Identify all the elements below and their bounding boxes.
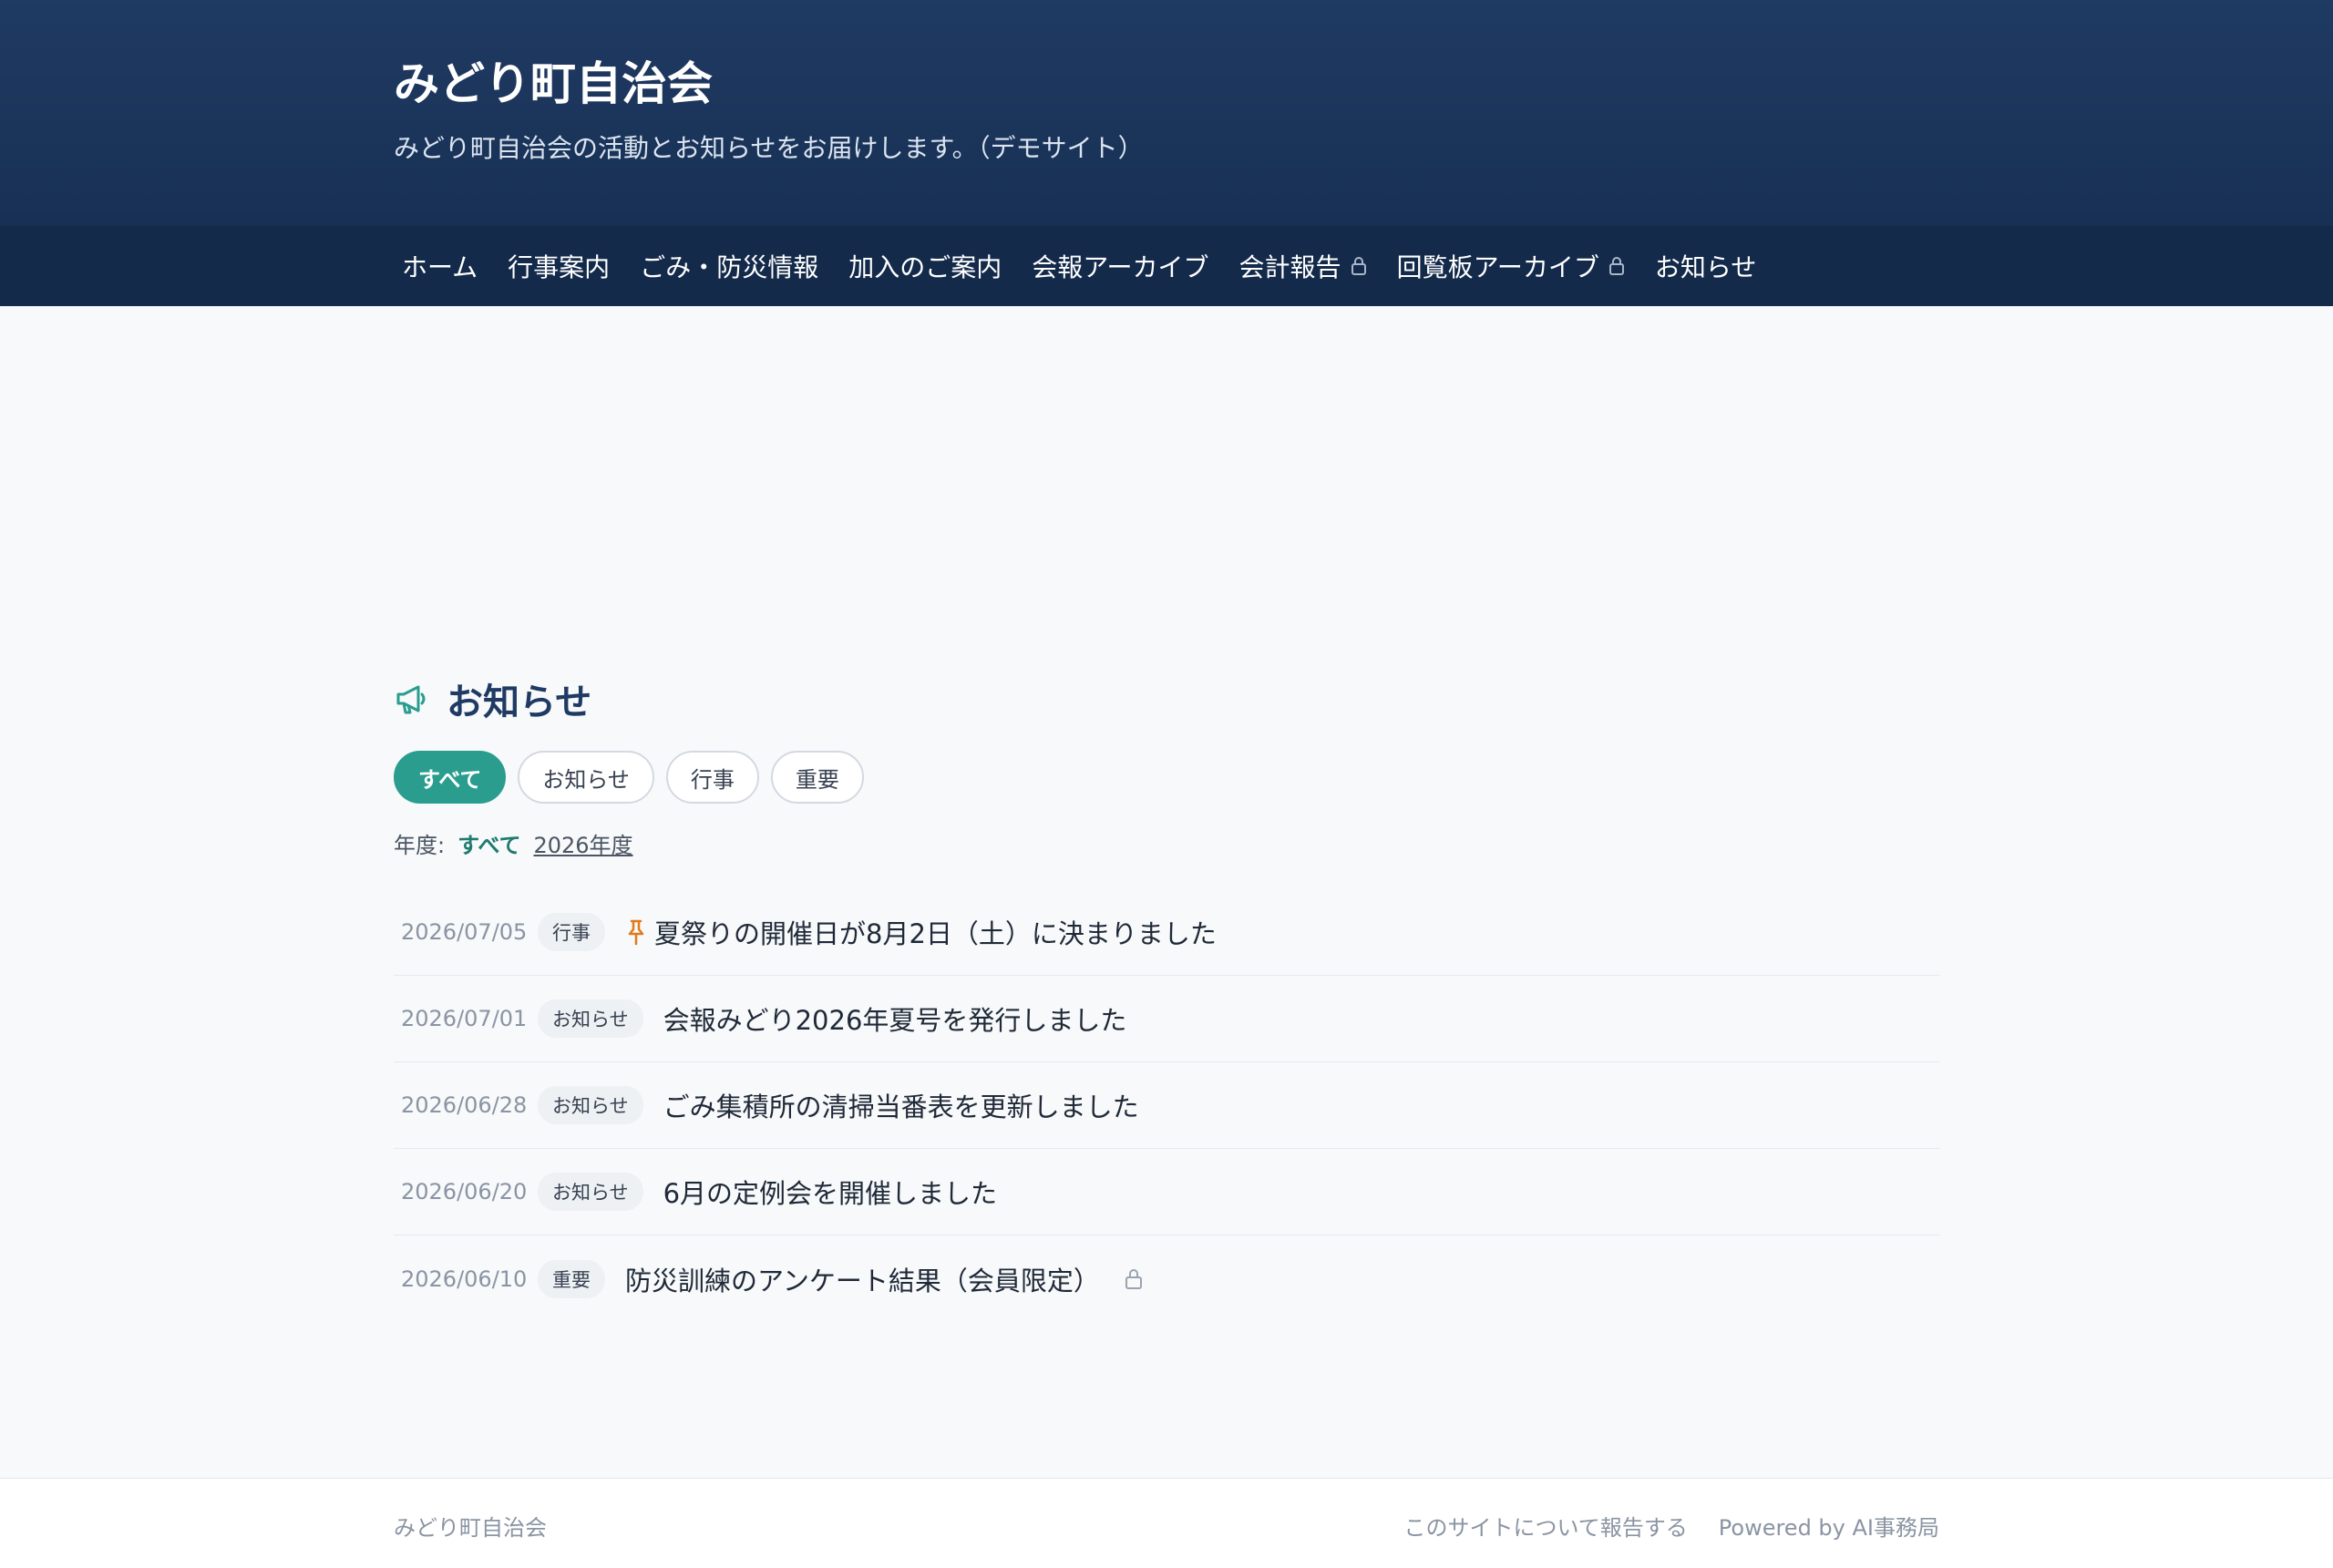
news-tag: お知らせ xyxy=(538,999,643,1038)
news-title-link[interactable]: 夏祭りの開催日が8月2日（土）に決まりました xyxy=(625,913,1217,951)
news-row[interactable]: 2026/06/20 お知らせ 6月の定例会を開催しました xyxy=(394,1149,1939,1235)
nav-item-label: お知らせ xyxy=(1654,252,1757,282)
news-tag: 行事 xyxy=(538,913,605,951)
year-filter-label: 年度: xyxy=(394,833,446,858)
news-title-text: 6月の定例会を開催しました xyxy=(663,1178,998,1209)
footer-site-name: みどり町自治会 xyxy=(394,1515,547,1541)
news-title-link[interactable]: 会報みどり2026年夏号を発行しました xyxy=(663,999,1127,1038)
page-heading: お知らせ xyxy=(394,672,591,725)
news-tag: お知らせ xyxy=(538,1173,643,1211)
news-row[interactable]: 2026/06/28 お知らせ ごみ集積所の清掃当番表を更新しました xyxy=(394,1062,1939,1149)
main-nav: ホーム 行事案内 ごみ・防災情報 加入のご案内 会報アーカイブ 会計報告 回覧板… xyxy=(0,226,2333,306)
page-title: お知らせ xyxy=(447,682,592,723)
site-footer: みどり町自治会 このサイトについて報告する Powered by AI事務局 xyxy=(0,1478,2333,1568)
year-filter: 年度: すべて 2026年度 xyxy=(394,827,633,859)
news-row[interactable]: 2026/07/05 行事 夏祭りの開催日が8月2日（土）に決まりました xyxy=(394,889,1939,976)
news-tag: お知らせ xyxy=(538,1086,643,1124)
nav-item-garbage-disaster[interactable]: ごみ・防災情報 xyxy=(632,248,840,284)
report-site-link[interactable]: このサイトについて報告する xyxy=(1403,1510,1687,1542)
news-title-text: 防災訓練のアンケート結果（会員限定） xyxy=(625,1265,1100,1296)
nav-item-membership[interactable]: 加入のご案内 xyxy=(840,248,1023,284)
news-date: 2026/06/20 xyxy=(401,1179,528,1204)
lock-icon xyxy=(1608,257,1624,275)
nav-item-label: 会計報告 xyxy=(1238,252,1341,282)
year-all-link[interactable]: すべて xyxy=(457,827,520,859)
nav-item-news[interactable]: お知らせ xyxy=(1647,248,1778,284)
site-title[interactable]: みどり町自治会 xyxy=(394,56,713,111)
news-title-text: 夏祭りの開催日が8月2日（土）に決まりました xyxy=(654,918,1217,949)
news-title-text: ごみ集積所の清掃当番表を更新しました xyxy=(663,1091,1139,1122)
news-date: 2026/07/01 xyxy=(401,1006,528,1031)
nav-item-label: 回覧板アーカイブ xyxy=(1396,252,1599,282)
news-title-link[interactable]: ごみ集積所の清掃当番表を更新しました xyxy=(663,1086,1139,1124)
site-description: みどり町自治会の活動とお知らせをお届けします。（デモサイト） xyxy=(394,133,1144,163)
filter-news-button[interactable]: お知らせ xyxy=(518,751,654,804)
powered-by-link[interactable]: Powered by AI事務局 xyxy=(1719,1510,1939,1542)
nav-item-label: ごみ・防災情報 xyxy=(640,252,819,282)
news-tag: 重要 xyxy=(538,1259,605,1298)
news-date: 2026/06/28 xyxy=(401,1092,528,1118)
filter-important-button[interactable]: 重要 xyxy=(770,751,864,804)
nav-item-label: 加入のご案内 xyxy=(848,252,1002,282)
news-title-text: 会報みどり2026年夏号を発行しました xyxy=(663,1005,1127,1036)
news-title-link[interactable]: 防災訓練のアンケート結果（会員限定） xyxy=(625,1260,1144,1298)
news-date: 2026/06/10 xyxy=(401,1266,528,1292)
filter-all-button[interactable]: すべて xyxy=(394,751,507,804)
category-filters: すべて お知らせ 行事 重要 xyxy=(394,751,864,804)
nav-item-home[interactable]: ホーム xyxy=(394,248,499,284)
megaphone-icon xyxy=(396,685,426,714)
nav-item-events[interactable]: 行事案内 xyxy=(499,248,632,284)
nav-item-label: 会報アーカイブ xyxy=(1032,252,1209,282)
news-list: 2026/07/05 行事 夏祭りの開催日が8月2日（土）に決まりました 202… xyxy=(394,889,1939,1322)
nav-item-accounting[interactable]: 会計報告 xyxy=(1231,248,1389,284)
nav-item-newsletter-archive[interactable]: 会報アーカイブ xyxy=(1023,248,1230,284)
nav-item-circular-archive[interactable]: 回覧板アーカイブ xyxy=(1389,248,1647,284)
news-row[interactable]: 2026/06/10 重要 防災訓練のアンケート結果（会員限定） xyxy=(394,1235,1939,1322)
lock-icon xyxy=(1125,1268,1142,1289)
news-date: 2026/07/05 xyxy=(401,919,528,945)
nav-item-label: ホーム xyxy=(402,252,478,282)
filter-events-button[interactable]: 行事 xyxy=(665,751,759,804)
news-row[interactable]: 2026/07/01 お知らせ 会報みどり2026年夏号を発行しました xyxy=(394,976,1939,1062)
pin-icon xyxy=(628,919,644,946)
news-title-link[interactable]: 6月の定例会を開催しました xyxy=(663,1173,997,1211)
year-2026-link[interactable]: 2026年度 xyxy=(533,827,632,859)
lock-icon xyxy=(1351,257,1366,275)
site-header: みどり町自治会 みどり町自治会の活動とお知らせをお届けします。（デモサイト） xyxy=(0,0,2333,226)
nav-item-label: 行事案内 xyxy=(508,252,611,282)
footer-links: このサイトについて報告する Powered by AI事務局 xyxy=(1403,1510,1939,1542)
